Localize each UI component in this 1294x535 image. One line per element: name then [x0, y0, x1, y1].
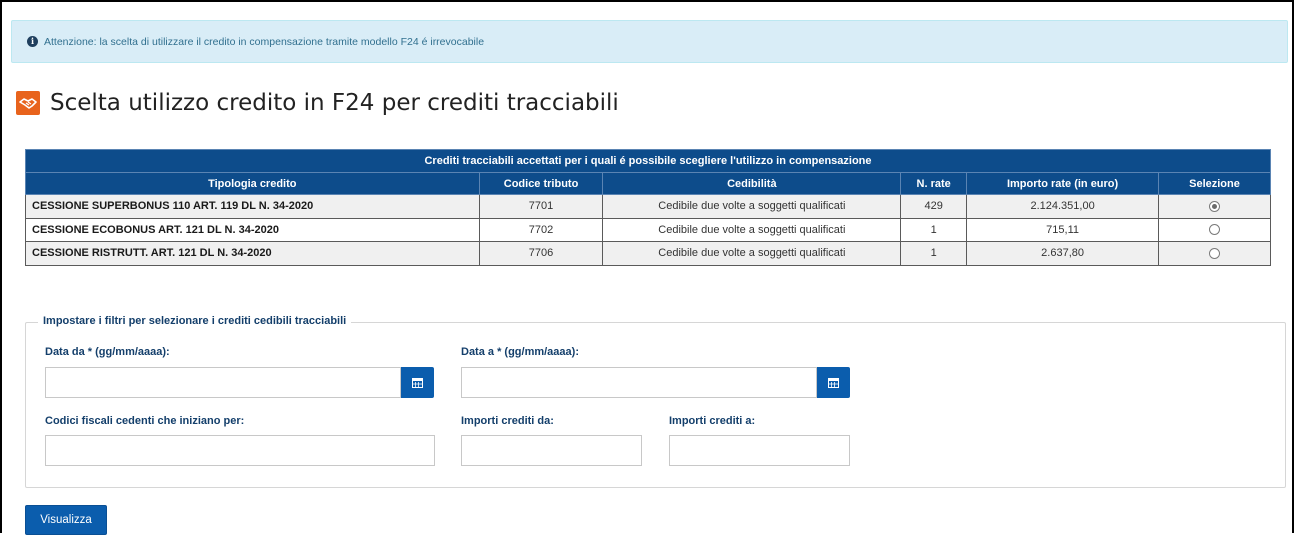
table-caption: Crediti tracciabili accettati per i qual…	[25, 149, 1271, 173]
cell-codice: 7702	[478, 217, 604, 242]
page-title: Scelta utilizzo credito in F24 per credi…	[50, 90, 619, 116]
cell-tipologia: CESSIONE SUPERBONUS 110 ART. 119 DL N. 3…	[25, 194, 480, 219]
col-header-n-rate: N. rate	[900, 172, 968, 195]
warning-alert: i Attenzione: la scelta di utilizzare il…	[11, 20, 1288, 63]
col-header-codice: Codice tributo	[478, 172, 604, 195]
importi-da-label: Importi crediti da:	[461, 415, 554, 427]
handshake-icon	[16, 91, 40, 115]
select-radio-row-3[interactable]	[1209, 247, 1220, 259]
col-header-cedibilita: Cedibilità	[602, 172, 902, 195]
calendar-icon	[828, 378, 839, 388]
cell-codice: 7706	[478, 241, 604, 266]
cell-selezione	[1158, 217, 1271, 242]
cell-selezione	[1158, 241, 1271, 266]
cell-codice: 7701	[478, 194, 604, 219]
filters-legend: Impostare i filtri per selezionare i cre…	[38, 315, 352, 327]
cell-n-rate: 1	[900, 217, 968, 242]
table-row: CESSIONE RISTRUTT. ART. 121 DL N. 34-202…	[25, 241, 1271, 266]
visualizza-button[interactable]: Visualizza	[25, 505, 107, 535]
data-da-input[interactable]	[45, 367, 401, 398]
table-row: CESSIONE ECOBONUS ART. 121 DL N. 34-2020…	[25, 217, 1271, 242]
calendar-icon	[412, 378, 423, 388]
table-row: CESSIONE SUPERBONUS 110 ART. 119 DL N. 3…	[25, 194, 1271, 219]
cell-importo: 2.637,80	[966, 241, 1160, 266]
cell-n-rate: 1	[900, 241, 968, 266]
col-header-importo: Importo rate (in euro)	[966, 172, 1160, 195]
importi-a-label: Importi crediti a:	[669, 415, 756, 427]
data-da-label: Data da * (gg/mm/aaaa):	[45, 346, 170, 358]
table-header-row: Tipologia credito Codice tributo Cedibil…	[25, 172, 1271, 195]
select-radio-row-1[interactable]	[1209, 200, 1220, 212]
cell-cedibilita: Cedibile due volte a soggetti qualificat…	[602, 217, 902, 242]
codici-fiscali-label: Codici fiscali cedenti che iniziano per:	[45, 415, 245, 427]
cell-cedibilita: Cedibile due volte a soggetti qualificat…	[602, 194, 902, 219]
credits-table: Crediti tracciabili accettati per i qual…	[25, 149, 1271, 266]
page-frame: i Attenzione: la scelta di utilizzare il…	[0, 0, 1294, 535]
data-a-calendar-button[interactable]	[817, 367, 850, 398]
cell-tipologia: CESSIONE ECOBONUS ART. 121 DL N. 34-2020	[25, 217, 480, 242]
data-a-label: Data a * (gg/mm/aaaa):	[461, 346, 579, 358]
importi-da-input[interactable]	[461, 435, 642, 466]
info-icon: i	[27, 36, 38, 47]
alert-text: Attenzione: la scelta di utilizzare il c…	[44, 35, 485, 48]
data-da-calendar-button[interactable]	[401, 367, 434, 398]
cell-n-rate: 429	[900, 194, 968, 219]
data-a-input[interactable]	[461, 367, 817, 398]
cell-cedibilita: Cedibile due volte a soggetti qualificat…	[602, 241, 902, 266]
cell-importo: 715,11	[966, 217, 1160, 242]
page-header: Scelta utilizzo credito in F24 per credi…	[16, 90, 619, 116]
importi-a-input[interactable]	[669, 435, 850, 466]
cell-tipologia: CESSIONE RISTRUTT. ART. 121 DL N. 34-202…	[25, 241, 480, 266]
codici-fiscali-input[interactable]	[45, 435, 435, 466]
col-header-selezione: Selezione	[1158, 172, 1271, 195]
select-radio-row-2[interactable]	[1209, 224, 1220, 236]
filters-fieldset: Impostare i filtri per selezionare i cre…	[25, 315, 1286, 488]
cell-importo: 2.124.351,00	[966, 194, 1160, 219]
col-header-tipologia: Tipologia credito	[25, 172, 480, 195]
cell-selezione	[1158, 194, 1271, 219]
